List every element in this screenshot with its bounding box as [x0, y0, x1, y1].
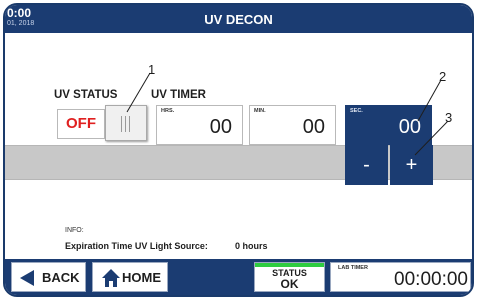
toggle-grip-icon: [121, 116, 122, 132]
page-title: UV DECON: [204, 12, 273, 27]
seconds-caption: SEC.: [350, 108, 363, 114]
status-value: OK: [280, 277, 299, 291]
seconds-stepper: - +: [345, 145, 433, 185]
back-arrow-icon: [20, 270, 34, 286]
home-label: HOME: [122, 270, 161, 285]
toggle-knob[interactable]: [105, 105, 147, 141]
uv-status-toggle[interactable]: OFF: [57, 105, 152, 141]
home-button[interactable]: HOME: [92, 262, 168, 292]
main-panel: UV STATUS UV TIMER OFF HRS. 00 MIN. 00 S…: [5, 33, 472, 261]
minutes-caption: MIN.: [254, 108, 266, 114]
lab-timer[interactable]: LAB TIMER 00:00:00: [330, 262, 471, 292]
lab-timer-label: LAB TIMER: [338, 265, 368, 271]
lab-timer-value: 00:00:00: [394, 269, 468, 290]
callout-2: 2: [439, 69, 447, 84]
uv-timer-label: UV TIMER: [151, 89, 206, 101]
callout-1: 1: [148, 62, 156, 77]
status-indicator[interactable]: STATUS OK: [254, 262, 325, 292]
back-button[interactable]: BACK: [11, 262, 86, 292]
header-bar: 0:00 01, 2018 UV DECON: [5, 5, 472, 33]
hours-value: 00: [209, 116, 232, 138]
status-ok-bar: [255, 263, 324, 267]
expiration-value: 0 hours: [235, 241, 268, 251]
info-label: INFO:: [65, 227, 84, 234]
uv-status-label: UV STATUS: [54, 89, 118, 101]
expiration-label: Expiration Time UV Light Source:: [65, 241, 208, 251]
timer-hours-field[interactable]: HRS. 00: [156, 105, 243, 145]
minutes-value: 00: [302, 116, 325, 138]
decrement-button[interactable]: -: [345, 145, 388, 185]
toggle-grip-icon: [125, 116, 126, 132]
footer-bar: BACK HOME STATUS OK LAB TIMER 00:00:00: [5, 259, 472, 295]
increment-button[interactable]: +: [390, 145, 433, 185]
app-frame: 0:00 01, 2018 UV DECON UV STATUS UV TIME…: [3, 3, 474, 297]
callout-3: 3: [445, 110, 453, 125]
hours-caption: HRS.: [161, 108, 175, 114]
seconds-value: 00: [398, 116, 421, 138]
back-label: BACK: [42, 270, 80, 285]
timer-seconds-field[interactable]: SEC. 00: [345, 105, 432, 145]
home-icon: [102, 269, 120, 287]
uv-status-off-text: OFF: [57, 109, 105, 139]
toggle-grip-icon: [129, 116, 130, 132]
timer-minutes-field[interactable]: MIN. 00: [249, 105, 336, 145]
